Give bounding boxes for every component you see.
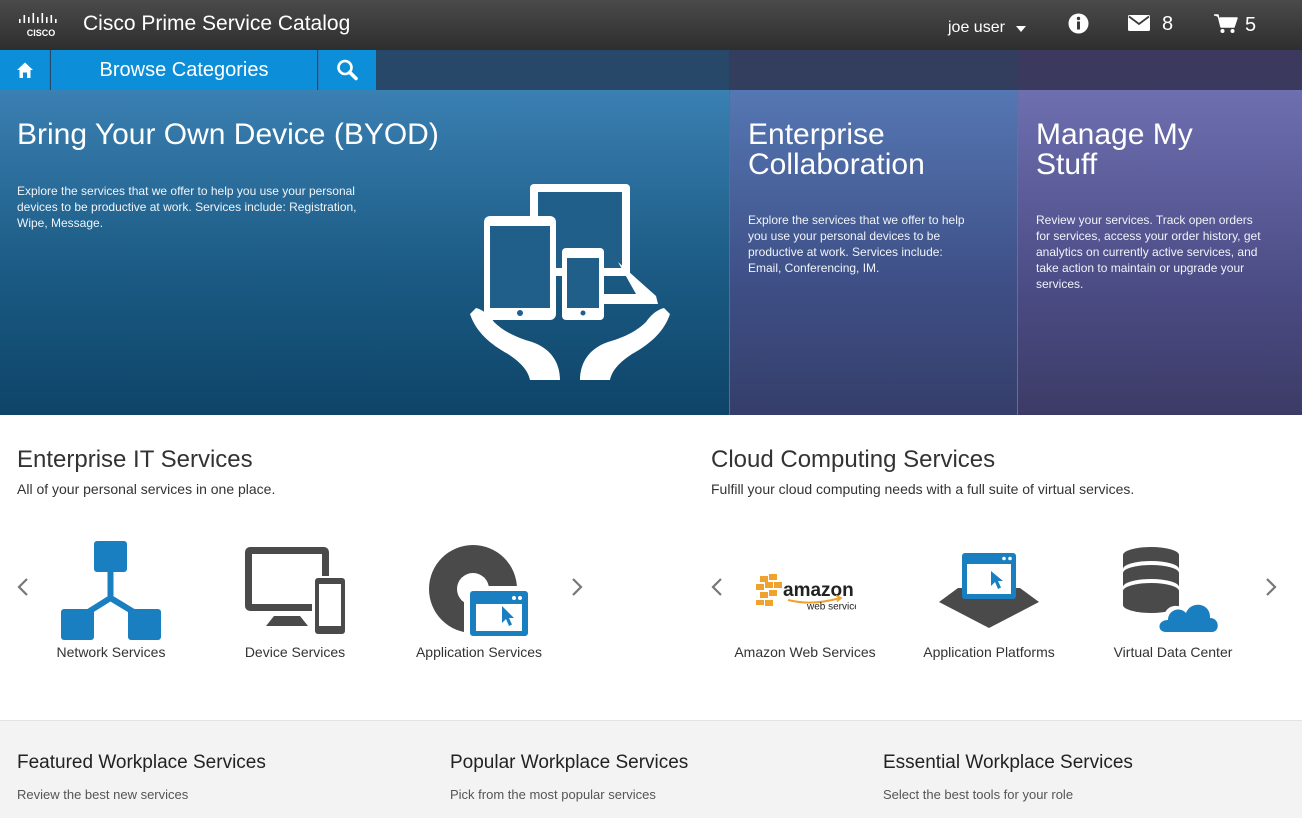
chevron-right-icon[interactable] xyxy=(570,577,584,597)
network-icon[interactable] xyxy=(60,540,162,642)
cloud-computing-subtitle: Fulfill your cloud computing needs with … xyxy=(711,481,1135,497)
manage-my-stuff-panel[interactable]: Manage My Stuff Review your services. Tr… xyxy=(1017,90,1302,415)
notifications-count[interactable]: 8 xyxy=(1162,13,1173,36)
data-center-icon[interactable] xyxy=(1122,546,1224,636)
search-button[interactable] xyxy=(318,50,376,90)
user-menu[interactable]: joe user xyxy=(948,19,1005,37)
collaboration-title-line2[interactable]: Collaboration xyxy=(748,150,925,180)
amazon-logo[interactable]: amazon web services xyxy=(754,573,856,613)
essential-services-title[interactable]: Essential Workplace Services xyxy=(883,752,1133,774)
footer: Featured Workplace Services Review the b… xyxy=(0,720,1302,818)
app-title: Cisco Prime Service Catalog xyxy=(83,12,351,35)
cloud-computing-title[interactable]: Cloud Computing Services xyxy=(711,446,995,474)
byod-description: Explore the services that we offer to he… xyxy=(17,184,357,230)
info-icon[interactable] xyxy=(1068,13,1089,34)
amazon-web-services-label[interactable]: Amazon Web Services xyxy=(720,644,890,660)
my-stuff-title-line1[interactable]: Manage My xyxy=(1036,120,1193,150)
chevron-left-icon[interactable] xyxy=(710,577,724,597)
virtual-data-center-label[interactable]: Virtual Data Center xyxy=(1088,644,1258,660)
devices-icon[interactable] xyxy=(244,546,346,636)
collaboration-title-line1[interactable]: Enterprise xyxy=(748,120,885,150)
home-icon xyxy=(17,62,33,78)
page: CISCO Cisco Prime Service Catalog joe us… xyxy=(0,0,1302,818)
cisco-logo[interactable]: CISCO xyxy=(17,11,65,39)
home-button[interactable] xyxy=(0,50,50,90)
amazon-logo-word: amazon xyxy=(783,580,854,601)
navbar-bg-mid xyxy=(729,50,1017,90)
featured-services-title[interactable]: Featured Workplace Services xyxy=(17,752,266,774)
navbar-bg-right xyxy=(1017,50,1302,90)
device-services-label[interactable]: Device Services xyxy=(210,644,380,660)
byod-title[interactable]: Bring Your Own Device (BYOD) xyxy=(17,120,439,150)
network-services-label[interactable]: Network Services xyxy=(26,644,196,660)
application-services-label[interactable]: Application Services xyxy=(394,644,564,660)
amazon-logo-sub: web services xyxy=(806,602,856,613)
enterprise-it-subtitle: All of your personal services in one pla… xyxy=(17,481,276,497)
essential-services-subtitle: Select the best tools for your role xyxy=(883,787,1074,802)
mail-icon[interactable] xyxy=(1128,15,1150,31)
application-icon[interactable] xyxy=(428,544,530,638)
popular-services-title[interactable]: Popular Workplace Services xyxy=(450,752,688,774)
application-platforms-label[interactable]: Application Platforms xyxy=(904,644,1074,660)
my-stuff-title-line2[interactable]: Stuff xyxy=(1036,150,1097,180)
navbar: Browse Categories xyxy=(0,50,1302,90)
featured-services-subtitle: Review the best new services xyxy=(17,787,189,802)
browse-categories-button[interactable]: Browse Categories xyxy=(51,50,317,90)
logo-text: CISCO xyxy=(27,28,56,38)
chevron-right-icon[interactable] xyxy=(1264,577,1278,597)
byod-panel[interactable]: Bring Your Own Device (BYOD) Explore the… xyxy=(0,90,729,415)
byod-devices-icon xyxy=(470,184,670,380)
my-stuff-description: Review your services. Track open orders … xyxy=(1036,213,1261,291)
popular-services-subtitle: Pick from the most popular services xyxy=(450,787,656,802)
chevron-down-icon[interactable] xyxy=(1016,26,1026,32)
enterprise-it-title[interactable]: Enterprise IT Services xyxy=(17,446,253,474)
search-icon xyxy=(337,59,358,81)
collaboration-panel[interactable]: Enterprise Collaboration Explore the ser… xyxy=(729,90,1017,415)
cart-icon[interactable] xyxy=(1214,14,1238,34)
platform-icon[interactable] xyxy=(938,552,1040,632)
top-header: CISCO Cisco Prime Service Catalog joe us… xyxy=(0,0,1302,50)
cart-count[interactable]: 5 xyxy=(1245,14,1256,37)
chevron-left-icon[interactable] xyxy=(16,577,30,597)
collaboration-description: Explore the services that we offer to he… xyxy=(748,213,965,275)
